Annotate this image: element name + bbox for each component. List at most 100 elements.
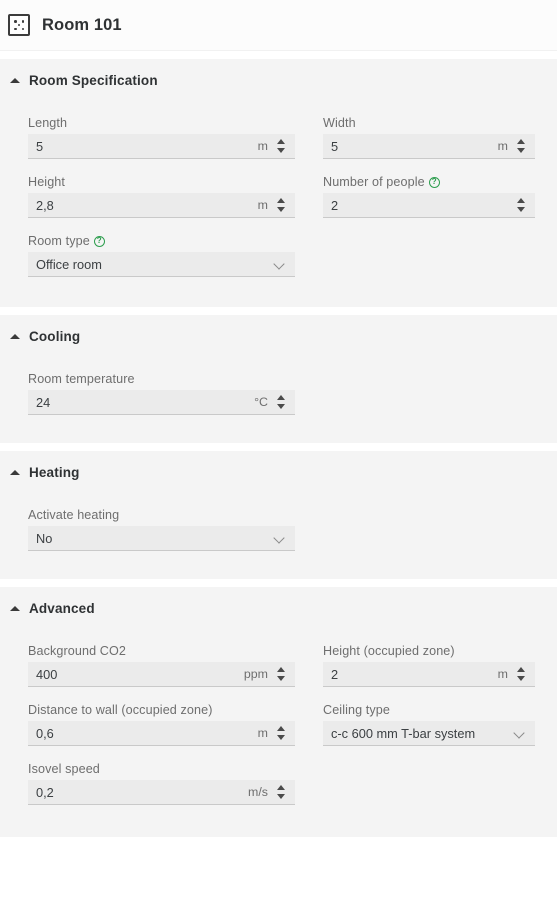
- spinner-updown-icon[interactable]: [277, 394, 286, 410]
- spinner-updown-icon[interactable]: [277, 138, 286, 154]
- caret-up-icon[interactable]: [10, 78, 20, 83]
- field-height: Height 2,8 m: [28, 159, 295, 218]
- chevron-down-icon[interactable]: [274, 259, 285, 270]
- help-icon[interactable]: ?: [93, 235, 105, 247]
- spinner-updown-icon[interactable]: [277, 197, 286, 213]
- field-label: Number of people?: [323, 175, 535, 189]
- section-heating: Heating Activate heating No: [0, 451, 557, 579]
- field-distance-to-wall-occupied-zone: Distance to wall (occupied zone) 0,6 m: [28, 687, 295, 746]
- field-value: 5: [36, 138, 44, 154]
- number-input[interactable]: 2: [323, 193, 535, 218]
- field-label: Length: [28, 116, 295, 130]
- field-value: 2: [331, 666, 339, 682]
- room-grid-icon: [8, 14, 30, 36]
- field-unit: ppm: [243, 667, 268, 681]
- chevron-down-icon[interactable]: [274, 533, 285, 544]
- select-field[interactable]: Office room: [28, 252, 295, 277]
- spinner-updown-icon[interactable]: [517, 666, 526, 682]
- field-label-text: Ceiling type: [323, 703, 391, 717]
- field-label-text: Length: [28, 116, 68, 130]
- spinner-updown-icon[interactable]: [277, 784, 286, 800]
- field-label-text: Activate heating: [28, 508, 120, 522]
- field-value: 2,8: [36, 197, 54, 213]
- spinner-updown-icon[interactable]: [277, 725, 286, 741]
- field-value: 2: [331, 197, 339, 213]
- section-title: Heating: [29, 465, 80, 480]
- field-grid-advanced: Background CO2 400 ppm Height (occupied zon…: [0, 622, 557, 805]
- field-room-temperature: Room temperature 24 °C: [28, 356, 295, 415]
- number-input[interactable]: 24 °C: [28, 390, 295, 415]
- field-grid-cooling: Room temperature 24 °C: [0, 350, 557, 415]
- caret-up-icon[interactable]: [10, 606, 20, 611]
- field-number-of-people: Number of people? 2: [323, 159, 535, 218]
- field-label-text: Room type: [28, 234, 90, 248]
- number-input[interactable]: 400 ppm: [28, 662, 295, 687]
- section-title: Room Specification: [29, 73, 158, 88]
- section-header-advanced[interactable]: Advanced: [0, 587, 557, 622]
- field-label-text: Height (occupied zone): [323, 644, 455, 658]
- field-label-text: Room temperature: [28, 372, 135, 386]
- caret-up-icon[interactable]: [10, 470, 20, 475]
- field-label-text: Number of people: [323, 175, 425, 189]
- field-label: Isovel speed: [28, 762, 295, 776]
- caret-up-icon[interactable]: [10, 334, 20, 339]
- field-grid-room-specification: Length 5 m Width 5 m Height 2,8 m Number of peopl…: [0, 94, 557, 277]
- field-value: c-c 600 mm T-bar system: [331, 725, 476, 741]
- number-input[interactable]: 2,8 m: [28, 193, 295, 218]
- field-value: 400: [36, 666, 58, 682]
- section-cooling: Cooling Room temperature 24 °C: [0, 315, 557, 443]
- field-background-co2: Background CO2 400 ppm: [28, 628, 295, 687]
- section-header-heating[interactable]: Heating: [0, 451, 557, 486]
- field-label: Room type?: [28, 234, 295, 248]
- sections-container: Room Specification Length 5 m Width 5 m Height 2…: [0, 51, 557, 837]
- spinner-updown-icon[interactable]: [517, 138, 526, 154]
- number-input[interactable]: 2m: [323, 662, 535, 687]
- field-room-type: Room type? Office room: [28, 218, 295, 277]
- spinner-updown-icon[interactable]: [277, 666, 286, 682]
- field-label: Width: [323, 116, 535, 130]
- field-value: 0,2: [36, 784, 54, 800]
- field-length: Length 5 m: [28, 100, 295, 159]
- field-value: Office room: [36, 256, 102, 272]
- panel-header: Room 101: [0, 0, 557, 51]
- section-header-room-specification[interactable]: Room Specification: [0, 59, 557, 94]
- field-label: Room temperature: [28, 372, 295, 386]
- section-room-specification: Room Specification Length 5 m Width 5 m Height 2…: [0, 59, 557, 307]
- field-label-text: Width: [323, 116, 356, 130]
- field-unit: m: [497, 667, 508, 681]
- field-width: Width 5 m: [323, 100, 535, 159]
- field-label-text: Distance to wall (occupied zone): [28, 703, 213, 717]
- field-unit: m: [257, 139, 268, 153]
- section-header-cooling[interactable]: Cooling: [0, 315, 557, 350]
- number-input[interactable]: 0,2 m/s: [28, 780, 295, 805]
- field-ceiling-type: Ceiling type c-c 600 mm T-bar system: [323, 687, 535, 746]
- page-title: Room 101: [42, 15, 122, 34]
- field-value: No: [36, 530, 53, 546]
- field-label: Ceiling type: [323, 703, 535, 717]
- number-input[interactable]: 5m: [323, 134, 535, 159]
- field-label-text: Background CO2: [28, 644, 127, 658]
- field-unit: °C: [254, 395, 268, 409]
- spinner-updown-icon[interactable]: [517, 197, 526, 213]
- field-label: Activate heating: [28, 508, 295, 522]
- field-label: Height (occupied zone): [323, 644, 535, 658]
- field-value: 0,6: [36, 725, 54, 741]
- field-unit: m: [257, 198, 268, 212]
- field-unit: m/s: [248, 785, 268, 799]
- section-advanced: Advanced Background CO2 400 ppm Height (occu…: [0, 587, 557, 837]
- number-input[interactable]: 5m: [28, 134, 295, 159]
- help-icon[interactable]: ?: [428, 176, 440, 188]
- chevron-down-icon[interactable]: [514, 728, 525, 739]
- field-unit: m: [497, 139, 508, 153]
- field-label: Distance to wall (occupied zone): [28, 703, 295, 717]
- field-grid-heating: Activate heating No: [0, 486, 557, 551]
- section-title: Cooling: [29, 329, 81, 344]
- field-label-text: Height: [28, 175, 66, 189]
- select-field[interactable]: c-c 600 mm T-bar system: [323, 721, 535, 746]
- field-unit: m: [257, 726, 268, 740]
- field-label: Height: [28, 175, 295, 189]
- room-settings-panel: Room 101 Room Specification Length 5 m Width…: [0, 0, 557, 899]
- field-value: 5: [331, 138, 339, 154]
- number-input[interactable]: 0,6 m: [28, 721, 295, 746]
- select-field[interactable]: No: [28, 526, 295, 551]
